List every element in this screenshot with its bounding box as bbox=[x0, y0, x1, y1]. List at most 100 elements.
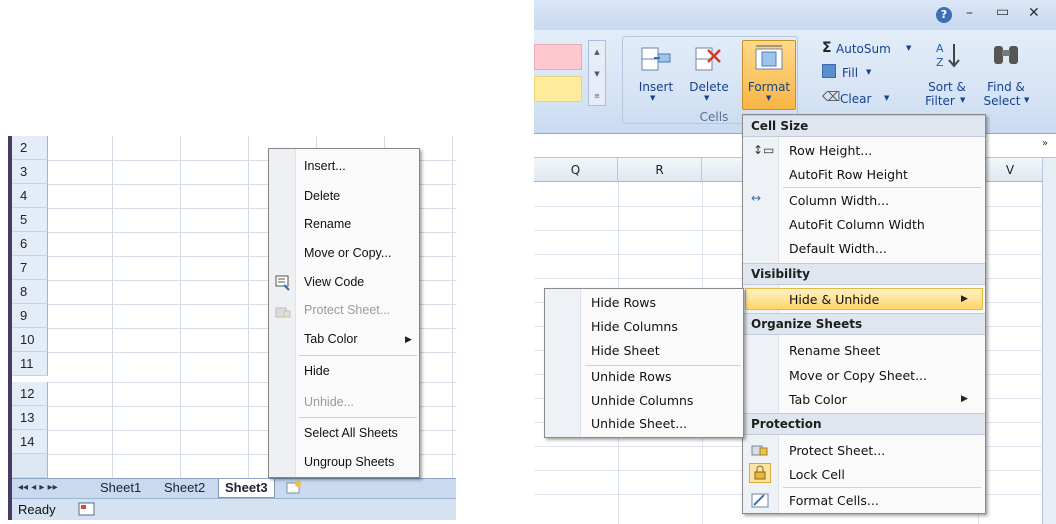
grid-line bbox=[180, 136, 181, 478]
svg-text:Z: Z bbox=[936, 56, 944, 69]
styles-scroll-icon[interactable]: ▲ ▼ ≡ bbox=[588, 40, 606, 106]
menu-item-unhide-rows[interactable]: Unhide Rows bbox=[591, 369, 672, 384]
column-header-v[interactable]: V bbox=[978, 158, 1042, 182]
macro-record-icon[interactable] bbox=[78, 501, 96, 517]
menu-separator bbox=[585, 365, 741, 366]
clear-dropdown-icon[interactable]: ▼ bbox=[884, 94, 889, 102]
insert-button[interactable]: Insert bbox=[634, 80, 678, 94]
submenu-arrow-icon: ▶ bbox=[961, 394, 968, 404]
menu-item-tab-color[interactable]: Tab Color bbox=[304, 332, 358, 346]
menu-item-autofit-row-height[interactable]: AutoFit Row Height bbox=[789, 167, 908, 182]
sheet-tab-sheet2[interactable]: Sheet2 bbox=[158, 479, 211, 498]
menu-item-column-width[interactable]: Column Width... bbox=[789, 193, 889, 208]
column-header-q[interactable]: Q bbox=[534, 158, 618, 182]
hide-unhide-submenu: Hide Rows Hide Columns Hide Sheet Unhide… bbox=[544, 288, 744, 438]
menu-item-hide-unhide[interactable]: Hide & Unhide bbox=[789, 292, 879, 307]
menu-item-protect-sheet[interactable]: Protect Sheet... bbox=[789, 443, 885, 458]
sheet-nav-arrows-icon[interactable]: ◂◂ ◂ ▸ ▸▸ bbox=[18, 482, 58, 493]
menu-item-row-height[interactable]: Row Height... bbox=[789, 143, 872, 158]
sheet-tab-context-menu: Insert... Delete Rename Move or Copy... … bbox=[268, 148, 420, 478]
menu-item-rename[interactable]: Rename bbox=[304, 217, 351, 231]
menu-item-protect-sheet: Protect Sheet... bbox=[304, 303, 391, 317]
find-select-button-line2: Select bbox=[983, 94, 1021, 108]
row-header[interactable]: 8 bbox=[12, 280, 48, 304]
clear-button[interactable]: Clear bbox=[840, 92, 871, 106]
sheet-tab-sheet1[interactable]: Sheet1 bbox=[94, 479, 147, 498]
sort-dropdown-icon[interactable]: ▼ bbox=[960, 96, 965, 104]
title-bar: ? – ▭ ✕ bbox=[534, 0, 1056, 30]
menu-item-default-width[interactable]: Default Width... bbox=[789, 241, 887, 256]
section-header-organize-sheets: Organize Sheets bbox=[743, 313, 985, 335]
find-dropdown-icon[interactable]: ▼ bbox=[1024, 96, 1029, 104]
menu-item-move-copy-sheet[interactable]: Move or Copy Sheet... bbox=[789, 368, 927, 383]
row-header-spacer bbox=[12, 454, 48, 478]
menu-item-unhide-columns[interactable]: Unhide Columns bbox=[591, 393, 693, 408]
row-header[interactable]: 6 bbox=[12, 232, 48, 256]
restore-button[interactable]: ▭ bbox=[996, 4, 1009, 20]
sort-filter-button-line2: Filter bbox=[925, 94, 955, 108]
protect-sheet-icon bbox=[751, 441, 769, 457]
menu-item-hide-columns[interactable]: Hide Columns bbox=[591, 319, 678, 334]
style-swatch-neutral[interactable] bbox=[534, 76, 582, 102]
delete-cells-icon bbox=[692, 44, 726, 74]
row-header[interactable]: 13 bbox=[12, 406, 48, 430]
row-header[interactable]: 9 bbox=[12, 304, 48, 328]
insert-sheet-icon[interactable] bbox=[284, 480, 304, 496]
protect-sheet-icon bbox=[275, 303, 291, 319]
row-header[interactable]: 7 bbox=[12, 256, 48, 280]
menu-item-hide-rows[interactable]: Hide Rows bbox=[591, 295, 656, 310]
row-header[interactable]: 2 bbox=[12, 136, 48, 160]
sort-filter-button[interactable]: Sort & bbox=[922, 80, 972, 94]
menu-item-ungroup-sheets[interactable]: Ungroup Sheets bbox=[304, 455, 394, 469]
row-header[interactable]: 3 bbox=[12, 160, 48, 184]
fill-dropdown-icon[interactable]: ▼ bbox=[866, 68, 871, 76]
lock-cell-icon bbox=[749, 463, 771, 483]
menu-item-autofit-column-width[interactable]: AutoFit Column Width bbox=[789, 217, 925, 232]
menu-item-insert[interactable]: Insert... bbox=[304, 159, 346, 173]
status-bar: Ready bbox=[12, 498, 456, 520]
menu-item-move-or-copy[interactable]: Move or Copy... bbox=[304, 246, 391, 260]
expand-formula-icon[interactable]: » bbox=[1042, 138, 1048, 149]
sheet-tab-sheet3[interactable]: Sheet3 bbox=[218, 479, 275, 498]
insert-cells-icon bbox=[638, 44, 674, 74]
row-height-icon: ↕▭ bbox=[753, 143, 775, 157]
menu-item-select-all-sheets[interactable]: Select All Sheets bbox=[304, 426, 398, 440]
menu-item-hide[interactable]: Hide bbox=[304, 364, 330, 378]
find-select-button[interactable]: Find & bbox=[982, 80, 1030, 94]
column-width-icon: ↔ bbox=[751, 191, 762, 205]
menu-item-rename-sheet[interactable]: Rename Sheet bbox=[789, 343, 880, 358]
menu-item-unhide-sheet[interactable]: Unhide Sheet... bbox=[591, 416, 687, 431]
menu-separator bbox=[299, 417, 417, 418]
delete-dropdown-icon[interactable]: ▼ bbox=[704, 94, 709, 102]
sheet-tab-bar: ◂◂ ◂ ▸ ▸▸ Sheet1 Sheet2 Sheet3 bbox=[12, 478, 456, 498]
close-button[interactable]: ✕ bbox=[1028, 5, 1040, 21]
menu-item-tab-color[interactable]: Tab Color bbox=[789, 392, 847, 407]
menu-item-format-cells[interactable]: Format Cells... bbox=[789, 493, 879, 508]
cells-group-label: Cells bbox=[699, 110, 729, 124]
menu-item-delete[interactable]: Delete bbox=[304, 189, 340, 203]
menu-item-hide-sheet[interactable]: Hide Sheet bbox=[591, 343, 660, 358]
section-header-visibility: Visibility bbox=[743, 263, 985, 285]
autosum-dropdown-icon[interactable]: ▼ bbox=[906, 44, 911, 52]
row-header[interactable]: 4 bbox=[12, 184, 48, 208]
delete-button[interactable]: Delete bbox=[686, 80, 732, 94]
menu-item-view-code[interactable]: View Code bbox=[304, 275, 364, 289]
autosum-button[interactable]: AutoSum bbox=[836, 42, 891, 56]
row-header[interactable]: 5 bbox=[12, 208, 48, 232]
insert-dropdown-icon[interactable]: ▼ bbox=[650, 94, 655, 102]
menu-item-lock-cell[interactable]: Lock Cell bbox=[789, 467, 845, 482]
row-header[interactable]: 14 bbox=[12, 430, 48, 454]
minimize-button[interactable]: – bbox=[966, 5, 973, 21]
format-cells-icon bbox=[752, 44, 786, 74]
row-header[interactable]: 11 bbox=[12, 352, 48, 376]
row-header[interactable]: 12 bbox=[12, 382, 48, 406]
help-icon[interactable]: ? bbox=[936, 7, 952, 23]
vertical-scrollbar[interactable] bbox=[1042, 158, 1056, 524]
row-header[interactable]: 10 bbox=[12, 328, 48, 352]
fill-button[interactable]: Fill bbox=[842, 66, 858, 80]
format-dropdown-icon[interactable]: ▼ bbox=[766, 94, 771, 102]
style-swatch-bad[interactable] bbox=[534, 44, 582, 70]
find-binoculars-icon bbox=[990, 40, 1022, 70]
section-header-protection: Protection bbox=[743, 413, 985, 435]
column-header-r[interactable]: R bbox=[618, 158, 702, 182]
